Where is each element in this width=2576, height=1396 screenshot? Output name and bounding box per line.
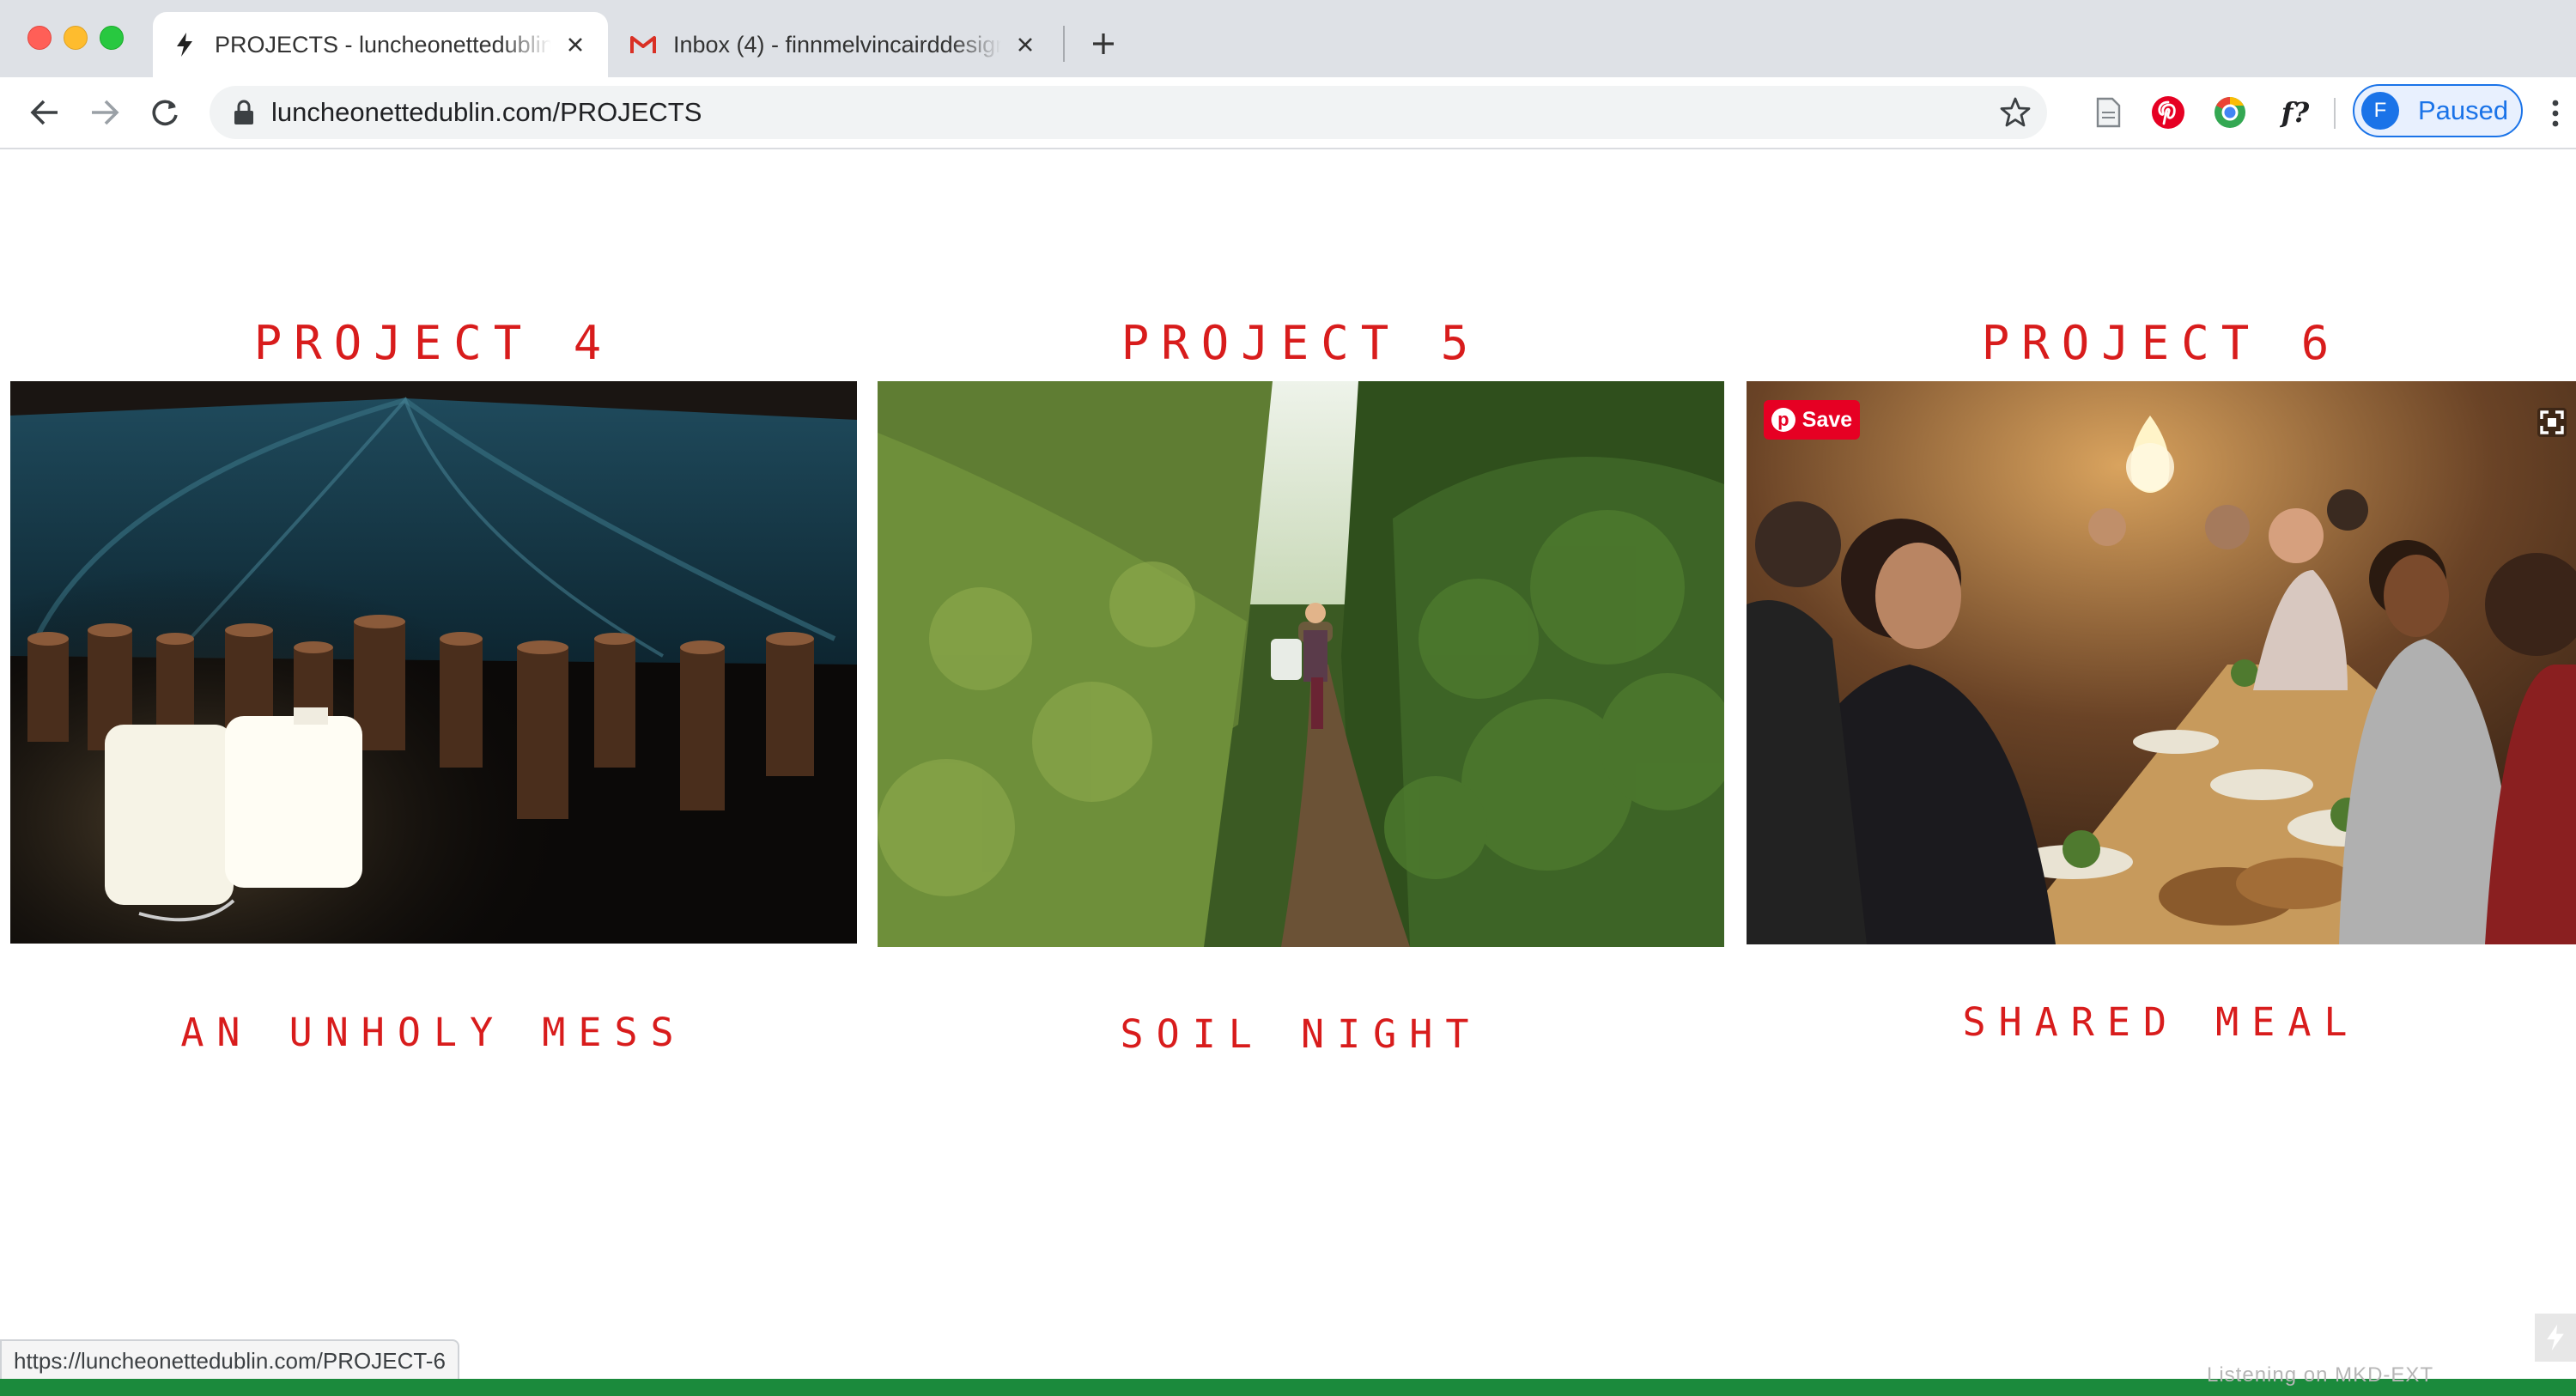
site-badge-button[interactable] <box>2535 1314 2576 1362</box>
profile-button[interactable]: F Paused <box>2353 84 2523 137</box>
bolt-icon <box>172 32 197 58</box>
project-4-image[interactable] <box>10 381 857 944</box>
forward-arrow-icon <box>92 100 119 125</box>
project-4-caption[interactable]: AN UNHOLY MESS <box>10 1003 857 1063</box>
pinterest-icon[interactable] <box>2150 94 2186 130</box>
plus-icon <box>1093 33 1114 54</box>
link-preview-status: https://luncheonettedublin.com/PROJECT-6 <box>0 1339 459 1382</box>
tab-title: Inbox (4) - finnmelvincairddesign@gmail.… <box>673 31 1001 58</box>
address-bar[interactable]: luncheonettedublin.com/PROJECTS <box>210 86 2047 139</box>
pinterest-save-button[interactable]: p Save <box>1764 400 1860 440</box>
footer-listening-text: Listening on MKD-EXT <box>2207 1363 2434 1387</box>
url-text[interactable]: luncheonettedublin.com/PROJECTS <box>271 86 702 139</box>
window-zoom-button[interactable] <box>100 26 124 50</box>
font-identifier-label: f? <box>2281 96 2310 129</box>
reload-button[interactable] <box>144 92 185 133</box>
expand-icon[interactable] <box>2537 407 2567 438</box>
profile-status-label: Paused <box>2418 95 2509 125</box>
project-5-title[interactable]: PROJECT 5 <box>878 313 1724 373</box>
forward-button[interactable] <box>84 92 125 133</box>
project-6-title[interactable]: PROJECT 6 <box>1747 313 2576 373</box>
gmail-icon <box>630 32 656 58</box>
window-close-button[interactable] <box>27 26 52 50</box>
back-arrow-icon <box>30 100 58 125</box>
lock-icon <box>234 100 253 124</box>
avatar: F <box>2361 92 2399 130</box>
window-minimize-button[interactable] <box>64 26 88 50</box>
new-tab-button[interactable] <box>1084 24 1123 64</box>
project-4-title[interactable]: PROJECT 4 <box>10 313 857 373</box>
bookmark-star-icon[interactable] <box>1999 96 2032 129</box>
project-6-caption[interactable]: SHARED MEAL <box>1747 992 2576 1053</box>
tab-projects[interactable]: PROJECTS - luncheonettedublin.com <box>153 12 608 77</box>
tab-close-icon[interactable] <box>1012 31 1039 58</box>
tab-inbox[interactable]: Inbox (4) - finnmelvincairddesign@gmail.… <box>611 12 1058 77</box>
project-5-caption[interactable]: SOIL NIGHT <box>878 1005 1724 1065</box>
document-icon[interactable] <box>2090 94 2126 130</box>
project-5-image[interactable] <box>878 381 1724 947</box>
browser-menu-icon[interactable] <box>2547 96 2564 130</box>
browser-tab-strip: PROJECTS - luncheonettedublin.com Inbox … <box>0 0 2576 77</box>
tab-title: PROJECTS - luncheonettedublin.com <box>215 31 551 58</box>
page-footer-band <box>0 1379 2576 1396</box>
reload-icon <box>152 100 178 126</box>
bolt-icon <box>2547 1324 2564 1351</box>
back-button[interactable] <box>24 92 65 133</box>
browser-toolbar: luncheonettedublin.com/PROJECTS f? F Pau… <box>0 77 2576 149</box>
pinterest-save-label: Save <box>1801 407 1853 432</box>
chrome-extension-icon[interactable] <box>2212 94 2248 130</box>
project-6-image[interactable] <box>1747 381 2576 944</box>
toolbar-divider <box>2334 98 2336 129</box>
tab-close-icon[interactable] <box>562 31 589 58</box>
pinterest-icon: p <box>1771 408 1795 432</box>
font-identifier-icon[interactable]: f? <box>2272 94 2318 130</box>
tab-separator <box>1063 26 1065 62</box>
